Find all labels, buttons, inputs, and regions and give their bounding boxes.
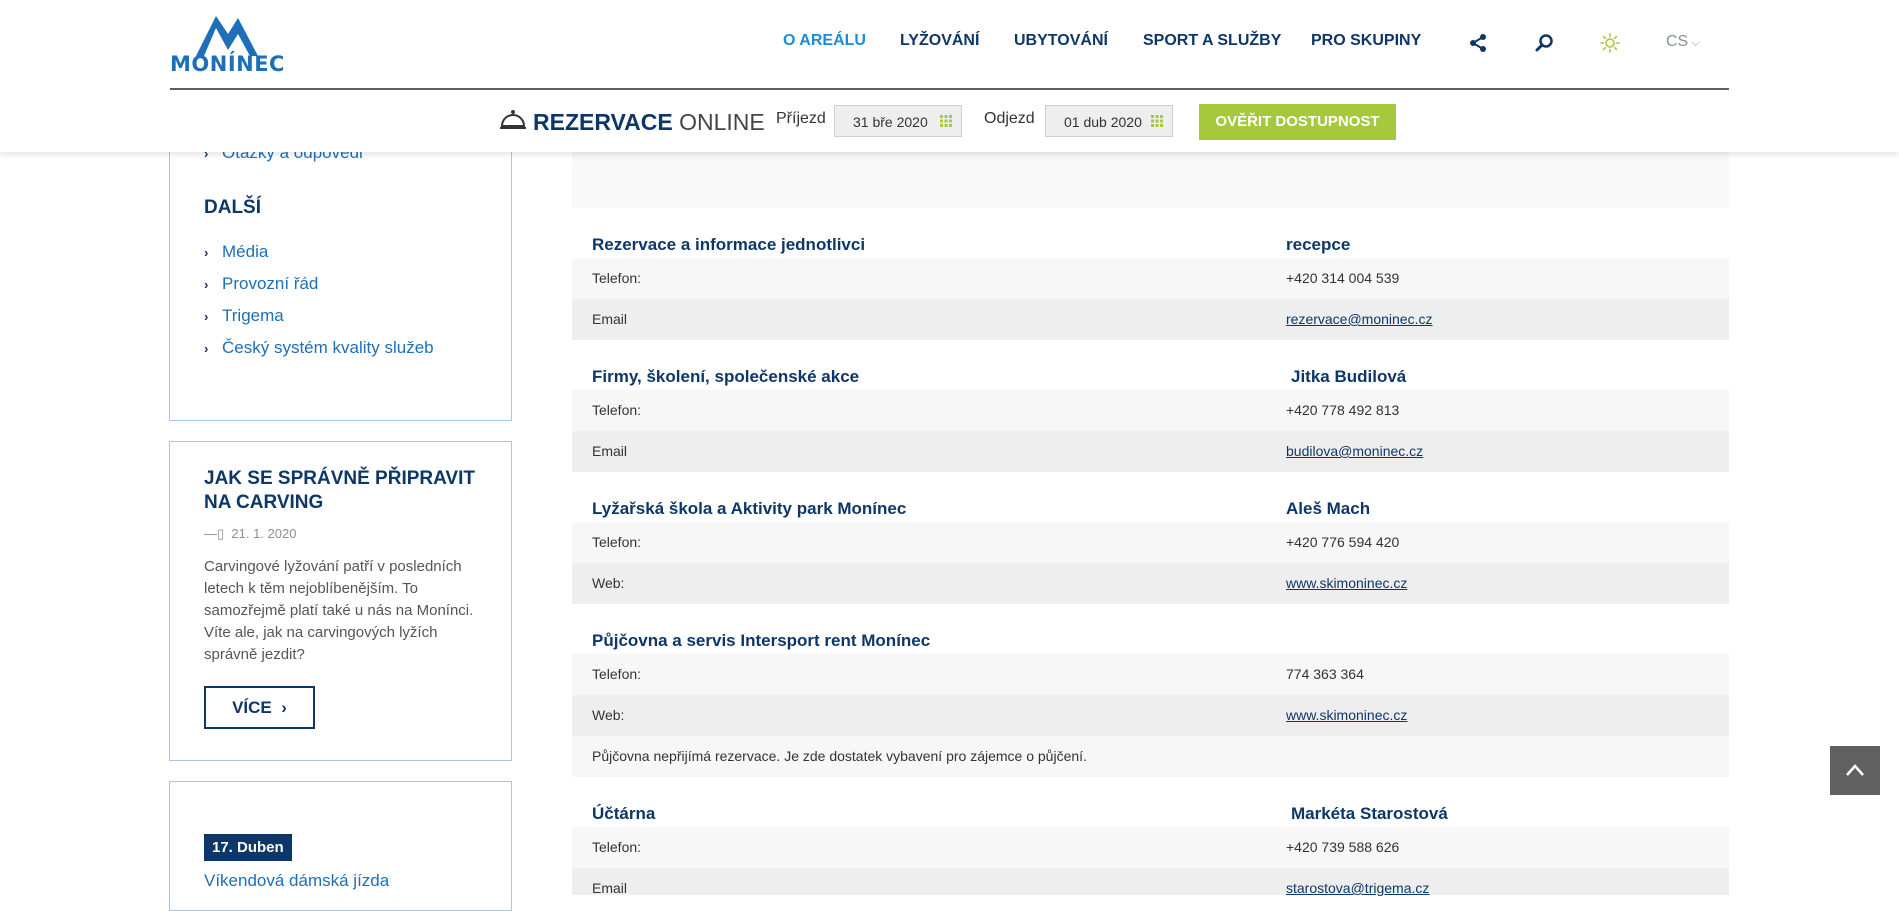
row-label: Email <box>592 880 628 896</box>
departure-label: Odjezd <box>984 110 1035 127</box>
chevron-right-icon: › <box>204 341 209 356</box>
chevron-right-icon: › <box>281 698 287 717</box>
row-value: +420 776 594 420 <box>1286 534 1400 550</box>
table-row: Email rezervace@moninec.cz <box>572 299 1729 340</box>
chevron-down-icon: ⌵ <box>1691 37 1700 49</box>
logo-text: MONÍNEC <box>170 52 285 76</box>
article-excerpt: Carvingové lyžování patří v posledních l… <box>204 558 474 663</box>
chevron-right-icon: › <box>204 277 209 292</box>
web-link[interactable]: www.skimoninec.cz <box>1286 575 1407 591</box>
row-label: Email <box>592 311 628 327</box>
back-to-top-button[interactable] <box>1830 746 1880 795</box>
bell-icon <box>500 110 526 129</box>
chevron-right-icon: › <box>204 245 209 260</box>
chevron-right-icon: › <box>204 309 209 324</box>
article-date: —▯ 21. 1. 2020 <box>204 526 296 542</box>
web-link[interactable]: www.skimoninec.cz <box>1286 707 1407 723</box>
sidebar-link-label: Český systém kvality služeb <box>222 338 434 357</box>
chevron-up-icon <box>1846 764 1864 776</box>
row-label: Telefon: <box>592 402 642 418</box>
row-label: Email <box>592 443 628 459</box>
event-title[interactable]: Víkendová dámská jízda <box>204 871 389 891</box>
rental-note: Půjčovna nepřijímá rezervace. Je zde dos… <box>592 748 1087 764</box>
table-row: Email starostova@trigema.cz <box>572 868 1729 896</box>
row-value: +420 778 492 813 <box>1286 402 1400 418</box>
row-value: 774 363 364 <box>1286 666 1364 682</box>
article-date-value: 21. 1. 2020 <box>231 526 297 541</box>
nav-item-ubytovani[interactable]: UBYTOVÁNÍ <box>1014 32 1108 50</box>
language-code: CS <box>1666 33 1689 50</box>
row-label: Telefon: <box>592 270 642 286</box>
article-title[interactable]: JAK SE SPRÁVNĚ PŘIPRAVIT NA CARVING <box>204 467 494 515</box>
nav-item-sport-a-sluzby[interactable]: SPORT A SLUŽBY <box>1143 32 1281 50</box>
table-row: Telefon: +420 776 594 420 <box>572 522 1729 563</box>
clock-icon: —▯ <box>204 526 225 541</box>
more-button-label: VÍCE <box>232 698 272 717</box>
site-header: MONÍNEC O AREÁLU LYŽOVÁNÍ UBYTOVÁNÍ SPOR… <box>0 0 1899 152</box>
sidebar-link-provozni-rad[interactable]: › Provozní řád <box>204 274 318 294</box>
section-title-firmy: Firmy, školení, společenské akce <box>592 367 860 386</box>
sidebar-link-label: Trigema <box>222 306 284 325</box>
sidebar-link-label: Provozní řád <box>222 274 319 293</box>
share-icon[interactable] <box>1468 33 1488 53</box>
section-title-lyzarska-skola: Lyžařská škola a Aktivity park Monínec <box>592 499 907 518</box>
table-row: Telefon: 774 363 364 <box>572 654 1729 695</box>
search-icon[interactable] <box>1534 33 1554 53</box>
check-availability-button[interactable]: OVĚŘIT DOSTUPNOST <box>1199 104 1396 140</box>
table-row: Telefon: +420 739 588 626 <box>572 827 1729 868</box>
email-link[interactable]: budilova@moninec.cz <box>1286 443 1423 459</box>
table-row: Telefon: +420 314 004 539 <box>572 258 1729 299</box>
nav-item-pro-skupiny[interactable]: PRO SKUPINY <box>1311 32 1421 50</box>
language-selector[interactable]: CS ⌵ <box>1666 33 1700 51</box>
reservation-title: REZERVACE ONLINE <box>533 109 765 136</box>
event-date-badge: 17. Duben <box>204 834 292 861</box>
row-label: Web: <box>592 575 625 591</box>
sidebar-link-label: Média <box>222 242 269 261</box>
table-row: Telefon: +420 778 492 813 <box>572 390 1729 431</box>
sidebar-link-cesky-system[interactable]: › Český systém kvality služeb <box>204 338 434 358</box>
arrival-label: Příjezd <box>776 110 826 127</box>
row-label: Telefon: <box>592 839 642 855</box>
more-button[interactable]: VÍCE › <box>204 686 315 729</box>
section-person-uctarna: Markéta Starostová <box>1291 804 1448 823</box>
table-row-note: Půjčovna nepřijímá rezervace. Je zde dos… <box>572 736 1729 777</box>
section-person-firmy: Jitka Budilová <box>1291 367 1407 386</box>
logo[interactable]: MONÍNEC <box>170 12 285 78</box>
calendar-icon <box>1151 115 1163 127</box>
content-top-panel <box>572 152 1729 208</box>
section-person-lyzarska-skola: Aleš Mach <box>1286 499 1371 518</box>
row-label: Web: <box>592 707 625 723</box>
arrival-date-field[interactable]: 31 bře 2020 <box>834 105 962 137</box>
sidebar-link-media[interactable]: › Média <box>204 242 268 262</box>
email-link[interactable]: starostova@trigema.cz <box>1286 880 1429 896</box>
sidebar-heading-dalsi: DALŠÍ <box>204 197 261 218</box>
reservation-bar: REZERVACE ONLINE Příjezd 31 bře 2020 Odj… <box>0 104 1899 142</box>
row-value: +420 739 588 626 <box>1286 839 1400 855</box>
nav-item-o-arealu[interactable]: O AREÁLU <box>783 32 866 50</box>
section-title-rezervace: Rezervace a informace jednotlivci <box>592 235 866 254</box>
row-value: +420 314 004 539 <box>1286 270 1400 286</box>
email-link[interactable]: rezervace@moninec.cz <box>1286 311 1433 327</box>
reservation-title-bold: REZERVACE <box>533 109 673 135</box>
logo-mountain-icon <box>196 16 258 56</box>
nav-item-lyzovani[interactable]: LYŽOVÁNÍ <box>900 32 979 50</box>
header-divider <box>170 88 1729 90</box>
arrival-date-value: 31 bře 2020 <box>853 114 928 130</box>
row-label: Telefon: <box>592 534 642 550</box>
row-label: Telefon: <box>592 666 642 682</box>
calendar-icon <box>940 115 952 127</box>
section-title-pujcovna: Půjčovna a servis Intersport rent Moníne… <box>592 631 931 650</box>
departure-date-value: 01 dub 2020 <box>1064 114 1142 130</box>
table-row: Email budilova@moninec.cz <box>572 431 1729 472</box>
sun-icon[interactable] <box>1600 33 1620 53</box>
section-title-uctarna: Účtárna <box>592 804 656 823</box>
reservation-title-light: ONLINE <box>679 109 765 135</box>
departure-date-field[interactable]: 01 dub 2020 <box>1045 105 1173 137</box>
table-row: Web: www.skimoninec.cz <box>572 563 1729 604</box>
table-row: Web: www.skimoninec.cz <box>572 695 1729 736</box>
sidebar-link-trigema[interactable]: › Trigema <box>204 306 284 326</box>
section-person-rezervace: recepce <box>1286 235 1351 254</box>
